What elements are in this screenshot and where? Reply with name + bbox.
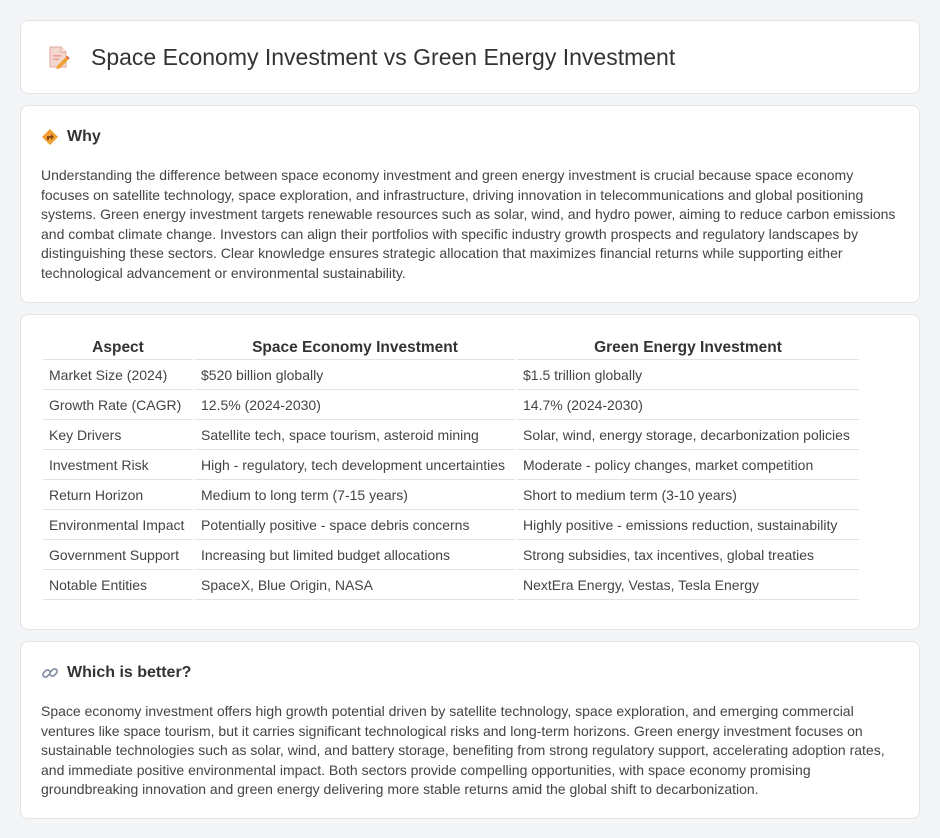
header-green-energy: Green Energy Investment (517, 335, 859, 360)
cell-space: $520 billion globally (195, 360, 515, 390)
table-row: Investment Risk High - regulatory, tech … (43, 450, 859, 480)
comparison-table-card: Aspect Space Economy Investment Green En… (20, 314, 920, 630)
cell-green: Moderate - policy changes, market compet… (517, 450, 859, 480)
cell-aspect: Growth Rate (CAGR) (43, 390, 193, 420)
cell-space: SpaceX, Blue Origin, NASA (195, 570, 515, 600)
diamond-direction-icon (42, 129, 58, 145)
better-text: Space economy investment offers high gro… (41, 703, 885, 797)
cell-green: $1.5 trillion globally (517, 360, 859, 390)
cell-space: Potentially positive - space debris conc… (195, 510, 515, 540)
cell-space: High - regulatory, tech development unce… (195, 450, 515, 480)
cell-aspect: Government Support (43, 540, 193, 570)
cell-space: Increasing but limited budget allocation… (195, 540, 515, 570)
link-icon (42, 668, 58, 678)
table-row: Government Support Increasing but limite… (43, 540, 859, 570)
cell-aspect: Key Drivers (43, 420, 193, 450)
header-space-economy: Space Economy Investment (195, 335, 515, 360)
table-row: Growth Rate (CAGR) 12.5% (2024-2030) 14.… (43, 390, 859, 420)
table-header-row: Aspect Space Economy Investment Green En… (43, 335, 859, 360)
table-row: Return Horizon Medium to long term (7-15… (43, 480, 859, 510)
why-text: Understanding the difference between spa… (41, 167, 896, 281)
document-pencil-icon (49, 46, 70, 69)
cell-green: Strong subsidies, tax incentives, global… (517, 540, 859, 570)
better-heading: Which is better? (41, 664, 899, 682)
cell-aspect: Environmental Impact (43, 510, 193, 540)
why-heading: Why (41, 128, 899, 146)
comparison-table: Aspect Space Economy Investment Green En… (41, 335, 861, 600)
cell-aspect: Return Horizon (43, 480, 193, 510)
table-row: Notable Entities SpaceX, Blue Origin, NA… (43, 570, 859, 600)
cell-aspect: Notable Entities (43, 570, 193, 600)
better-heading-label: Which is better? (67, 664, 192, 681)
which-is-better-section: Which is better? Space economy investmen… (20, 641, 920, 819)
cell-aspect: Investment Risk (43, 450, 193, 480)
cell-green: Short to medium term (3-10 years) (517, 480, 859, 510)
header-aspect: Aspect (43, 335, 193, 360)
why-heading-label: Why (67, 128, 101, 145)
cell-space: Satellite tech, space tourism, asteroid … (195, 420, 515, 450)
cell-green: 14.7% (2024-2030) (517, 390, 859, 420)
table-row: Market Size (2024) $520 billion globally… (43, 360, 859, 390)
why-section: Why Understanding the difference between… (20, 105, 920, 303)
cell-green: NextEra Energy, Vestas, Tesla Energy (517, 570, 859, 600)
header-card: Space Economy Investment vs Green Energy… (20, 20, 920, 94)
cell-green: Solar, wind, energy storage, decarboniza… (517, 420, 859, 450)
cell-aspect: Market Size (2024) (43, 360, 193, 390)
cell-space: Medium to long term (7-15 years) (195, 480, 515, 510)
cell-green: Highly positive - emissions reduction, s… (517, 510, 859, 540)
table-row: Environmental Impact Potentially positiv… (43, 510, 859, 540)
page-title: Space Economy Investment vs Green Energy… (91, 43, 676, 70)
table-row: Key Drivers Satellite tech, space touris… (43, 420, 859, 450)
cell-space: 12.5% (2024-2030) (195, 390, 515, 420)
